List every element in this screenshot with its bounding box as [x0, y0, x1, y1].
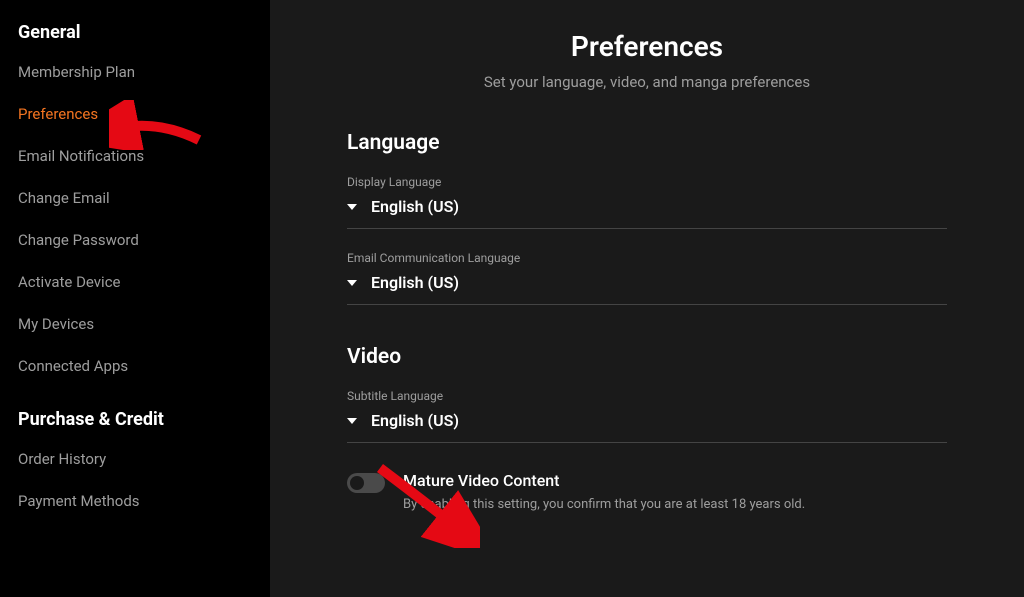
display-language-value: English (US)	[371, 197, 459, 216]
email-language-dropdown[interactable]: English (US)	[347, 273, 947, 292]
sidebar: General Membership Plan Preferences Emai…	[0, 0, 270, 597]
sidebar-item-change-password[interactable]: Change Password	[18, 231, 252, 249]
page-subtitle: Set your language, video, and manga pref…	[347, 73, 947, 91]
sidebar-item-activate-device[interactable]: Activate Device	[18, 273, 252, 291]
email-language-label: Email Communication Language	[347, 251, 947, 265]
subtitle-language-value: English (US)	[371, 411, 459, 430]
section-title-video: Video	[347, 345, 947, 369]
subtitle-language-field: Subtitle Language English (US)	[347, 389, 947, 443]
email-language-field: Email Communication Language English (US…	[347, 251, 947, 305]
email-language-value: English (US)	[371, 273, 459, 292]
main-panel: Preferences Set your language, video, an…	[270, 0, 1024, 597]
caret-down-icon	[347, 418, 357, 424]
subtitle-language-label: Subtitle Language	[347, 389, 947, 403]
display-language-label: Display Language	[347, 175, 947, 189]
mature-content-title: Mature Video Content	[403, 471, 947, 490]
mature-content-description: By enabling this setting, you confirm th…	[403, 496, 947, 514]
sidebar-item-membership-plan[interactable]: Membership Plan	[18, 63, 252, 81]
sidebar-item-order-history[interactable]: Order History	[18, 450, 252, 468]
subtitle-language-dropdown[interactable]: English (US)	[347, 411, 947, 430]
caret-down-icon	[347, 204, 357, 210]
mature-content-toggle[interactable]	[347, 473, 385, 493]
mature-content-setting: Mature Video Content By enabling this se…	[347, 471, 947, 514]
section-title-language: Language	[347, 131, 947, 155]
sidebar-item-preferences[interactable]: Preferences	[18, 105, 252, 123]
sidebar-item-email-notifications[interactable]: Email Notifications	[18, 147, 252, 165]
sidebar-item-connected-apps[interactable]: Connected Apps	[18, 357, 252, 375]
page-title: Preferences	[347, 30, 947, 63]
toggle-knob-icon	[350, 476, 364, 490]
caret-down-icon	[347, 280, 357, 286]
display-language-field: Display Language English (US)	[347, 175, 947, 229]
sidebar-item-change-email[interactable]: Change Email	[18, 189, 252, 207]
display-language-dropdown[interactable]: English (US)	[347, 197, 947, 216]
sidebar-item-payment-methods[interactable]: Payment Methods	[18, 492, 252, 510]
sidebar-group-purchase-credit: Purchase & Credit	[18, 409, 252, 430]
sidebar-item-my-devices[interactable]: My Devices	[18, 315, 252, 333]
sidebar-group-general: General	[18, 22, 252, 43]
